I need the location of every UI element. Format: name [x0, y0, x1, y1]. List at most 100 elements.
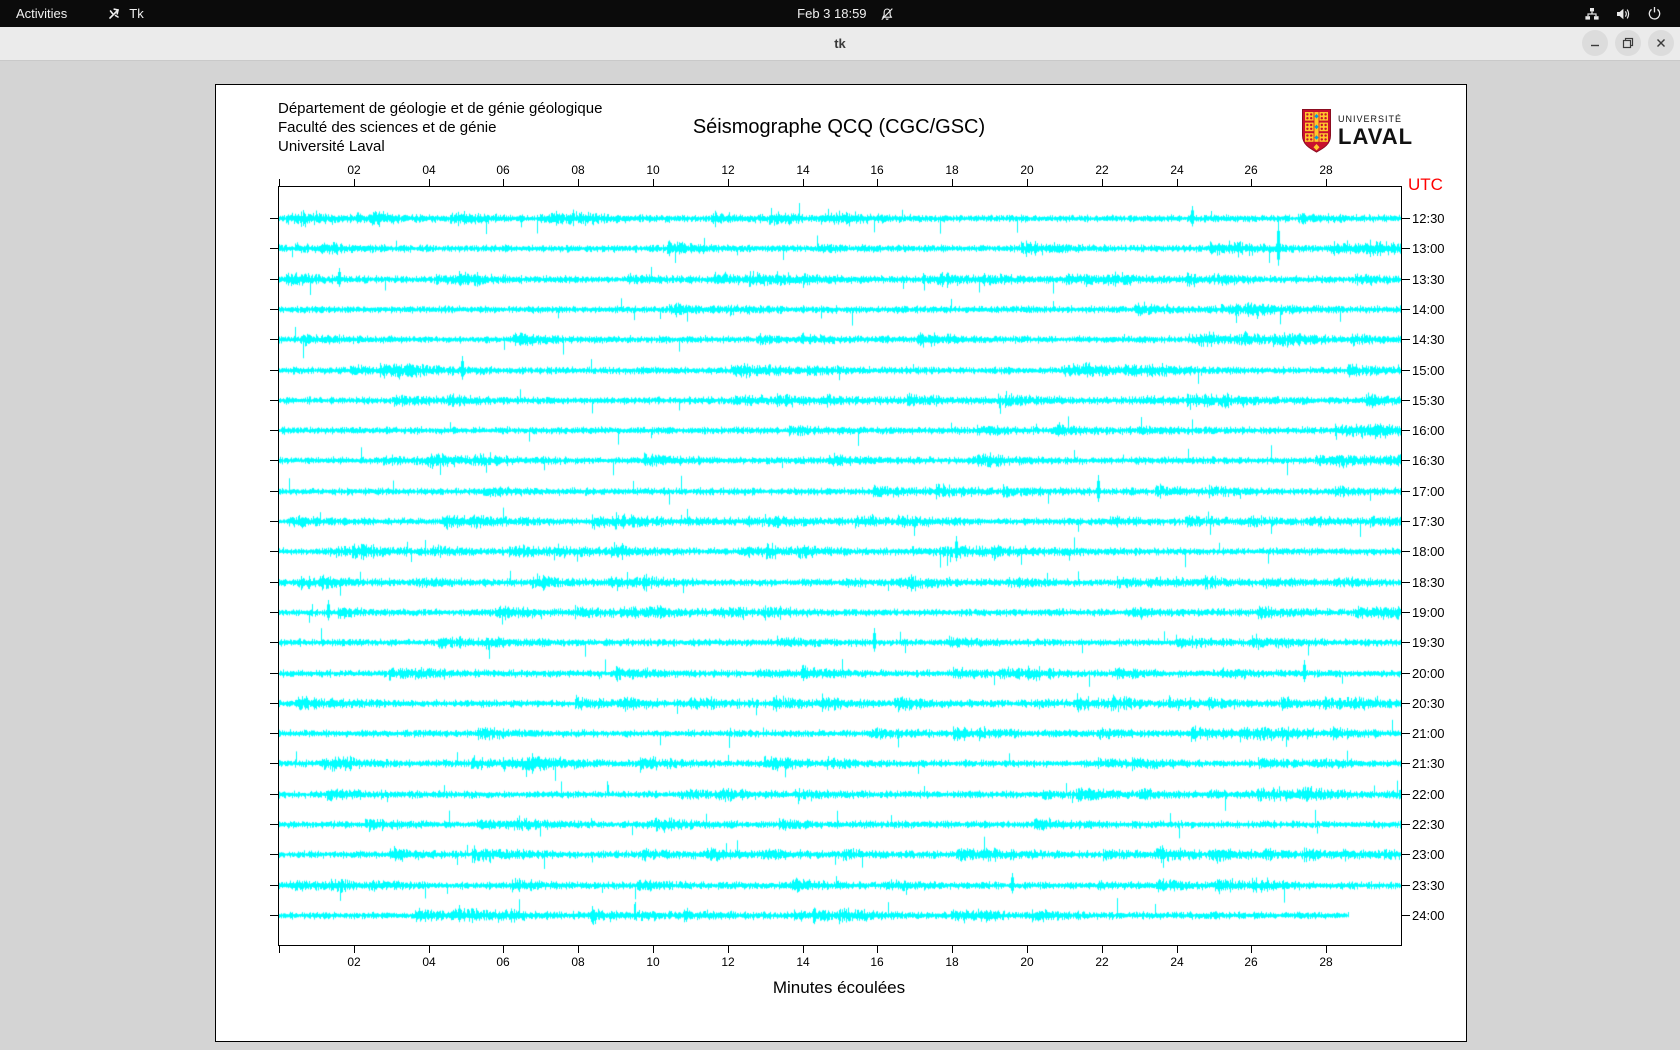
x-tick-label-bottom: 22: [1095, 955, 1109, 969]
y-tick-right: [1401, 218, 1410, 219]
utc-time-label: 19:00: [1412, 605, 1445, 620]
y-tick-right: [1401, 854, 1410, 855]
y-tick-left: [270, 824, 279, 825]
y-tick-left: [270, 642, 279, 643]
x-tick-label-top: 18: [945, 163, 959, 177]
x-tick-label-bottom: 12: [721, 955, 735, 969]
y-tick-left: [270, 430, 279, 431]
utc-time-label: 19:30: [1412, 635, 1445, 650]
notifications-muted-icon: [881, 7, 894, 20]
focused-app-indicator[interactable]: Tk: [97, 0, 153, 27]
activities-button[interactable]: Activities: [0, 0, 83, 27]
y-tick-left: [270, 491, 279, 492]
utc-time-label: 22:30: [1412, 817, 1445, 832]
y-tick-left: [270, 279, 279, 280]
y-tick-right: [1401, 248, 1410, 249]
x-tick-top: [653, 179, 654, 187]
x-tick-top: [952, 179, 953, 187]
y-tick-left: [270, 612, 279, 613]
utc-time-label: 23:00: [1412, 847, 1445, 862]
x-tick-label-bottom: 18: [945, 955, 959, 969]
x-tick-top: [503, 179, 504, 187]
y-tick-right: [1401, 673, 1410, 674]
x-tick-bottom: [354, 945, 355, 953]
restore-icon: [1622, 37, 1634, 49]
x-tick-label-top: 04: [422, 163, 436, 177]
x-tick-top: [354, 179, 355, 187]
clock-menu[interactable]: Feb 3 18:59: [797, 0, 894, 27]
y-tick-right: [1401, 491, 1410, 492]
x-tick-label-top: 28: [1319, 163, 1333, 177]
x-tick-bottom: [578, 945, 579, 953]
x-tick-label-top: 20: [1020, 163, 1034, 177]
x-tick-label-top: 08: [571, 163, 585, 177]
utc-time-label: 15:30: [1412, 393, 1445, 408]
focused-app-label: Tk: [129, 6, 144, 21]
x-tick-bottom: [877, 945, 878, 953]
utc-time-label: 15:00: [1412, 363, 1445, 378]
x-tick-bottom: [653, 945, 654, 953]
y-tick-left: [270, 885, 279, 886]
x-tick-bottom: [1251, 945, 1252, 953]
maximize-button[interactable]: [1615, 30, 1641, 56]
x-tick-label-top: 10: [646, 163, 660, 177]
x-tick-label-bottom: 08: [571, 955, 585, 969]
y-tick-right: [1401, 582, 1410, 583]
window-title: tk: [834, 36, 846, 51]
x-tick-top: [1251, 179, 1252, 187]
x-tick-label-bottom: 10: [646, 955, 660, 969]
y-tick-left: [270, 854, 279, 855]
y-tick-right: [1401, 915, 1410, 916]
x-tick-bottom: [1177, 945, 1178, 953]
x-tick-top: [803, 179, 804, 187]
utc-time-label: 16:30: [1412, 453, 1445, 468]
y-tick-right: [1401, 885, 1410, 886]
utc-time-label: 18:30: [1412, 575, 1445, 590]
y-tick-right: [1401, 400, 1410, 401]
x-tick-label-top: 14: [796, 163, 810, 177]
minimize-button[interactable]: [1582, 30, 1608, 56]
window-controls: [1582, 30, 1674, 56]
y-tick-left: [270, 218, 279, 219]
x-tick-bottom: [279, 945, 280, 953]
clock-label: Feb 3 18:59: [797, 6, 867, 21]
y-tick-right: [1401, 279, 1410, 280]
system-status-area[interactable]: [1584, 0, 1680, 27]
logo-text-universite: UNIVERSITÉ: [1338, 113, 1403, 124]
y-tick-left: [270, 915, 279, 916]
y-tick-right: [1401, 521, 1410, 522]
x-tick-top: [1177, 179, 1178, 187]
utc-time-label: 12:30: [1412, 211, 1445, 226]
x-axis-title: Minutes écoulées: [772, 978, 906, 997]
utc-time-label: 21:00: [1412, 726, 1445, 741]
x-tick-label-bottom: 14: [796, 955, 810, 969]
x-tick-label-bottom: 26: [1244, 955, 1258, 969]
x-tick-label-bottom: 28: [1319, 955, 1333, 969]
y-tick-right: [1401, 794, 1410, 795]
x-tick-top: [1102, 179, 1103, 187]
y-tick-right: [1401, 339, 1410, 340]
laval-shield-icon: [1302, 109, 1331, 153]
utc-time-label: 13:00: [1412, 241, 1445, 256]
x-tick-label-top: 06: [496, 163, 510, 177]
y-tick-right: [1401, 703, 1410, 704]
x-tick-top: [429, 179, 430, 187]
y-tick-right: [1401, 612, 1410, 613]
y-tick-left: [270, 370, 279, 371]
utc-time-label: 21:30: [1412, 756, 1445, 771]
y-tick-left: [270, 248, 279, 249]
window-titlebar[interactable]: tk: [0, 27, 1680, 61]
y-tick-right: [1401, 309, 1410, 310]
seismogram-plot: 02 02 04 04 06 06 08 08 10 10 12 12 14 14 16 16 18 18 20 20…: [270, 163, 1445, 969]
x-tick-top: [1326, 179, 1327, 187]
x-tick-label-top: 26: [1244, 163, 1258, 177]
utc-time-label: 13:30: [1412, 272, 1445, 287]
x-tick-label-bottom: 24: [1170, 955, 1184, 969]
x-tick-label-bottom: 20: [1020, 955, 1034, 969]
institution-line-3: Université Laval: [278, 138, 385, 155]
x-tick-bottom: [1102, 945, 1103, 953]
x-tick-label-top: 16: [870, 163, 884, 177]
y-tick-left: [270, 339, 279, 340]
utc-time-label: 24:00: [1412, 908, 1445, 923]
close-button[interactable]: [1648, 30, 1674, 56]
